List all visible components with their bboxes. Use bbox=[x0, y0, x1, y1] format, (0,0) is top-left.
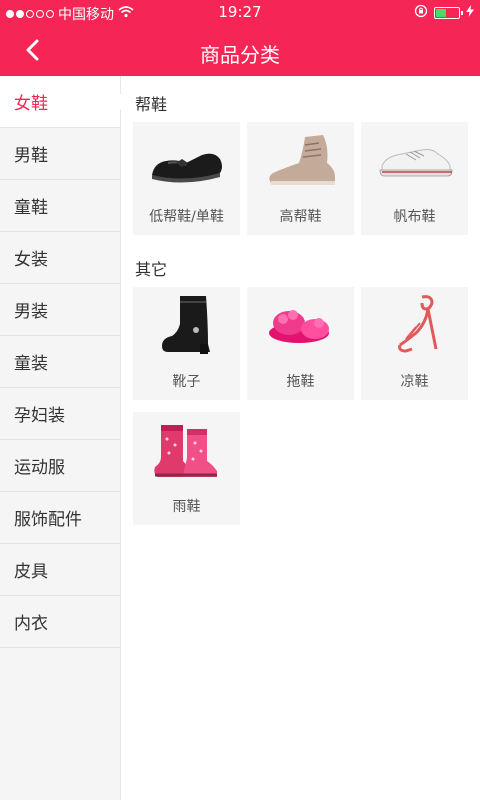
sidebar-item-label: 童装 bbox=[14, 354, 48, 374]
sidebar-item-kids-clothing[interactable]: 童装 bbox=[0, 336, 120, 388]
sidebar-item-label: 皮具 bbox=[14, 562, 48, 582]
category-card-high-top-shoes[interactable]: 高帮鞋 bbox=[247, 122, 354, 235]
sidebar-item-label: 孕妇装 bbox=[14, 406, 65, 426]
status-right bbox=[414, 4, 474, 22]
section-title: 其它 bbox=[135, 260, 168, 279]
category-card-label: 帆布鞋 bbox=[393, 209, 436, 225]
sidebar-item-label: 内衣 bbox=[14, 614, 48, 634]
category-card-label: 拖鞋 bbox=[286, 374, 315, 390]
slipper-icon bbox=[247, 295, 354, 357]
sidebar-item-label: 男鞋 bbox=[14, 146, 48, 166]
category-sidebar: 女鞋 男鞋 童鞋 女装 男装 童装 孕妇装 运动服 服饰配件 皮具 内衣 bbox=[0, 76, 121, 800]
sidebar-item-accessories[interactable]: 服饰配件 bbox=[0, 492, 120, 544]
sidebar-item-label: 服饰配件 bbox=[14, 510, 82, 530]
sidebar-item-kids-shoes[interactable]: 童鞋 bbox=[0, 180, 120, 232]
charging-icon bbox=[466, 5, 474, 21]
canvas-shoe-icon bbox=[361, 130, 468, 192]
sidebar-item-label: 女装 bbox=[14, 250, 48, 270]
category-card-sandals[interactable]: 凉鞋 bbox=[361, 287, 468, 400]
status-time: 19:27 bbox=[218, 3, 262, 21]
sidebar-item-women-clothing[interactable]: 女装 bbox=[0, 232, 120, 284]
category-card-label: 低帮鞋/单鞋 bbox=[149, 209, 224, 225]
category-grid: 靴子 拖鞋 凉鞋 雨鞋 bbox=[133, 287, 469, 525]
orientation-lock-icon bbox=[414, 4, 428, 22]
sidebar-item-label: 男装 bbox=[14, 302, 48, 322]
sidebar-item-label: 童鞋 bbox=[14, 198, 48, 218]
sidebar-item-underwear[interactable]: 内衣 bbox=[0, 596, 120, 648]
top-bar: 中国移动 19:27 商品分类 bbox=[0, 0, 480, 76]
page-title: 商品分类 bbox=[200, 43, 280, 67]
category-card-canvas-shoes[interactable]: 帆布鞋 bbox=[361, 122, 468, 235]
section-title: 帮鞋 bbox=[135, 95, 168, 114]
battery-icon bbox=[434, 7, 463, 19]
category-content: 帮鞋 低帮鞋/单鞋 高帮鞋 帆布鞋 其它 靴子 拖鞋 凉鞋 雨鞋 bbox=[121, 76, 480, 800]
category-card-label: 高帮鞋 bbox=[279, 209, 322, 225]
sidebar-item-men-shoes[interactable]: 男鞋 bbox=[0, 128, 120, 180]
sidebar-item-men-clothing[interactable]: 男装 bbox=[0, 284, 120, 336]
sidebar-item-maternity[interactable]: 孕妇装 bbox=[0, 388, 120, 440]
category-card-flat-shoes[interactable]: 低帮鞋/单鞋 bbox=[133, 122, 240, 235]
category-card-boots[interactable]: 靴子 bbox=[133, 287, 240, 400]
sidebar-item-leather-goods[interactable]: 皮具 bbox=[0, 544, 120, 596]
flat-shoe-icon bbox=[133, 130, 240, 192]
category-card-label: 凉鞋 bbox=[400, 374, 429, 390]
nav-bar: 商品分类 bbox=[0, 26, 480, 76]
rain-boot-icon bbox=[133, 420, 240, 482]
sandal-icon bbox=[361, 295, 468, 357]
category-card-label: 靴子 bbox=[172, 374, 201, 390]
status-bar: 中国移动 19:27 bbox=[0, 0, 480, 26]
high-top-shoe-icon bbox=[247, 130, 354, 192]
sidebar-item-label: 女鞋 bbox=[14, 94, 48, 114]
sidebar-item-sportswear[interactable]: 运动服 bbox=[0, 440, 120, 492]
category-card-rain-boots[interactable]: 雨鞋 bbox=[133, 412, 240, 525]
category-grid: 低帮鞋/单鞋 高帮鞋 帆布鞋 bbox=[133, 122, 469, 235]
sidebar-item-women-shoes[interactable]: 女鞋 bbox=[0, 76, 121, 128]
category-card-label: 雨鞋 bbox=[172, 499, 201, 515]
category-card-slippers[interactable]: 拖鞋 bbox=[247, 287, 354, 400]
boot-icon bbox=[133, 295, 240, 357]
sidebar-item-label: 运动服 bbox=[14, 458, 65, 478]
